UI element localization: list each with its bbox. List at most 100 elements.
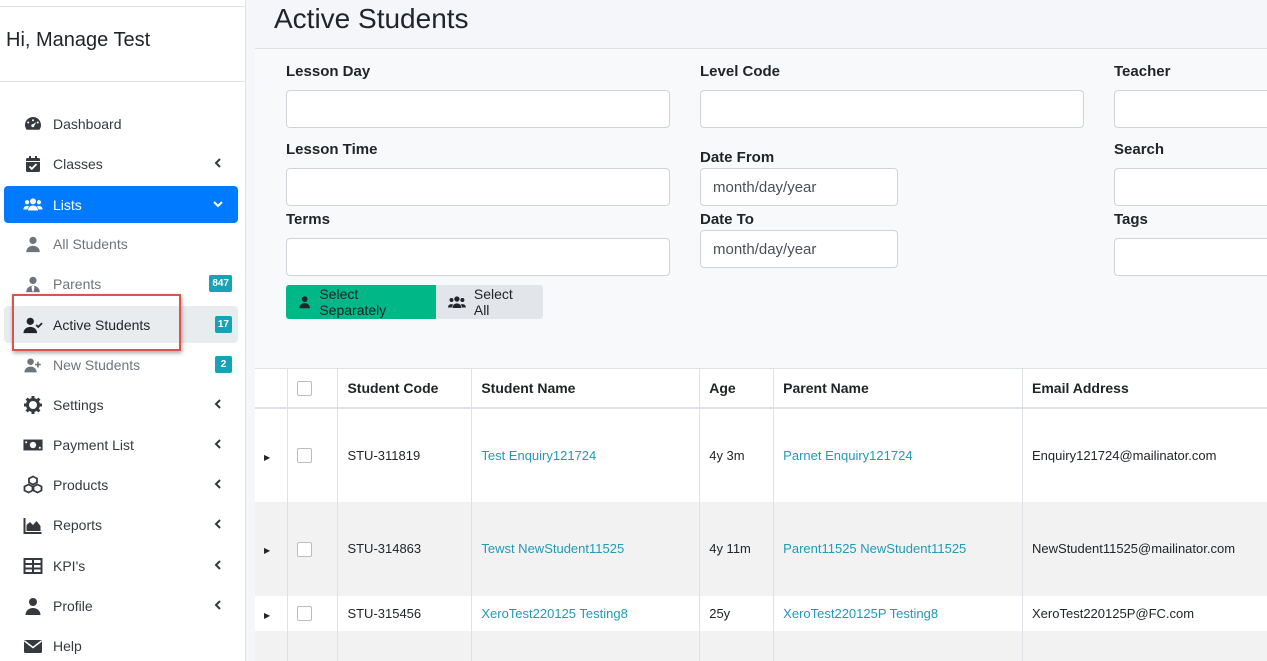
- new-students-count-badge: 2: [215, 356, 232, 373]
- column-header-student-name[interactable]: Student Name: [471, 368, 701, 409]
- chevron-left-icon: [214, 560, 221, 570]
- date-from-input[interactable]: month/day/year: [700, 168, 898, 206]
- chevron-left-icon: [214, 399, 221, 409]
- sidebar-item-lists[interactable]: Lists: [4, 186, 238, 223]
- student-name-link[interactable]: XeroTest220125 Testing8: [481, 606, 627, 621]
- gear-icon: [22, 394, 44, 416]
- lesson-day-input[interactable]: [286, 90, 670, 128]
- student-name-cell: Test Enquiry121724: [471, 407, 701, 502]
- empty-cell: [255, 630, 289, 661]
- select-all-button[interactable]: Select All: [436, 285, 543, 319]
- parents-count-badge: 847: [209, 275, 232, 292]
- column-header-email[interactable]: Email Address: [1022, 368, 1267, 409]
- users-icon: [448, 296, 466, 308]
- sidebar-item-settings[interactable]: Settings: [4, 386, 238, 423]
- sidebar-item-classes[interactable]: Classes: [4, 145, 238, 182]
- table-row: [255, 630, 1267, 661]
- student-name-link[interactable]: Tewst NewStudent11525: [481, 541, 624, 556]
- area-chart-icon: [22, 514, 44, 536]
- lesson-day-label: Lesson Day: [286, 63, 371, 80]
- student-name-cell: XeroTest220125 Testing8: [471, 595, 701, 631]
- age-cell: 4y 3m: [699, 407, 775, 502]
- sidebar-item-dashboard[interactable]: Dashboard: [4, 105, 238, 142]
- empty-cell: [287, 630, 339, 661]
- tachometer-icon: [22, 113, 44, 135]
- student-name-cell: Tewst NewStudent11525: [471, 501, 701, 596]
- sidebar-item-label: Active Students: [53, 316, 151, 333]
- chevron-left-icon: [214, 158, 221, 168]
- lesson-time-input[interactable]: [286, 168, 670, 206]
- users-icon: [22, 194, 44, 216]
- select-all-checkbox[interactable]: [297, 381, 313, 397]
- email-cell: XeroTest220125P@FC.com: [1022, 595, 1267, 631]
- user-icon: [299, 296, 310, 309]
- expand-row-toggle[interactable]: ▶: [255, 595, 289, 631]
- caret-right-icon: ▶: [264, 546, 271, 555]
- expand-row-toggle[interactable]: ▶: [255, 501, 289, 596]
- sidebar-item-label: Payment List: [53, 436, 134, 453]
- sidebar-item-active-students[interactable]: Active Students 17: [4, 306, 238, 343]
- user-icon: [22, 233, 44, 255]
- sidebar-item-new-students[interactable]: New Students 2: [4, 346, 238, 383]
- parent-name-link[interactable]: Parent11525 NewStudent11525: [783, 541, 966, 556]
- search-input[interactable]: [1114, 168, 1267, 206]
- table-header-row: Student Code Student Name Age Parent Nam…: [255, 368, 1267, 409]
- parent-name-link[interactable]: Parnet Enquiry121724: [783, 448, 912, 463]
- date-to-input[interactable]: month/day/year: [700, 230, 898, 268]
- row-checkbox[interactable]: [297, 448, 313, 464]
- row-checkbox[interactable]: [297, 541, 313, 557]
- student-code-cell: STU-314863: [337, 501, 473, 596]
- age-cell: 4y 11m: [699, 501, 775, 596]
- search-label: Search: [1114, 141, 1165, 158]
- teacher-label: Teacher: [1114, 63, 1171, 80]
- student-name-link[interactable]: Test Enquiry121724: [481, 448, 596, 463]
- tags-label: Tags: [1114, 211, 1148, 228]
- sidebar-item-label: Settings: [53, 396, 104, 413]
- sidebar-item-payment-list[interactable]: Payment List: [4, 426, 238, 463]
- tags-input[interactable]: [1114, 238, 1267, 276]
- user-plus-icon: [22, 354, 44, 376]
- parent-name-link[interactable]: XeroTest220125P Testing8: [783, 606, 938, 621]
- level-code-label: Level Code: [700, 63, 781, 80]
- table-row: ▶ STU-314863 Tewst NewStudent11525 4y 11…: [255, 501, 1267, 596]
- students-table: Student Code Student Name Age Parent Nam…: [255, 368, 1267, 661]
- sidebar-item-all-students[interactable]: All Students: [4, 225, 238, 262]
- user-tie-icon: [22, 273, 44, 295]
- sidebar: Hi, Manage Test Dashboard Classes Lists …: [0, 0, 246, 661]
- parent-name-cell: Parnet Enquiry121724: [773, 407, 1024, 502]
- sidebar-item-help[interactable]: Help: [4, 627, 238, 661]
- selection-mode-toggle: Select Separately Select All: [286, 285, 543, 319]
- select-separately-button[interactable]: Select Separately: [286, 285, 436, 319]
- column-header-parent-name[interactable]: Parent Name: [773, 368, 1024, 409]
- sidebar-item-label: All Students: [53, 235, 128, 252]
- caret-right-icon: ▶: [264, 452, 271, 462]
- sidebar-item-reports[interactable]: Reports: [4, 506, 238, 543]
- email-cell: Enquiry121724@mailinator.com: [1022, 407, 1267, 502]
- sidebar-item-profile[interactable]: Profile: [4, 587, 238, 624]
- table-row: ▶ STU-315456 XeroTest220125 Testing8 25y…: [255, 595, 1267, 631]
- row-checkbox[interactable]: [297, 606, 313, 622]
- sidebar-item-label: Help: [53, 637, 82, 654]
- sidebar-item-products[interactable]: Products: [4, 466, 238, 503]
- sidebar-top-line: [0, 6, 246, 7]
- sidebar-item-label: Profile: [53, 597, 93, 614]
- level-code-input[interactable]: [700, 90, 1084, 128]
- chevron-left-icon: [214, 519, 221, 529]
- column-header-age[interactable]: Age: [699, 368, 775, 409]
- calendar-check-icon: [22, 153, 44, 175]
- sidebar-item-parents[interactable]: Parents 847: [4, 265, 238, 302]
- select-all-label: Select All: [473, 286, 513, 318]
- teacher-input[interactable]: [1114, 90, 1267, 128]
- sidebar-item-label: KPI's: [53, 557, 86, 574]
- empty-cell: [773, 630, 1024, 661]
- terms-input[interactable]: [286, 238, 670, 276]
- sidebar-item-kpis[interactable]: KPI's: [4, 547, 238, 584]
- chevron-left-icon: [214, 479, 221, 489]
- student-code-cell: STU-311819: [337, 407, 473, 502]
- student-code-cell: STU-315456: [337, 595, 473, 631]
- column-header-student-code[interactable]: Student Code: [337, 368, 473, 409]
- sidebar-item-label: New Students: [53, 356, 141, 373]
- empty-cell: [699, 630, 775, 661]
- sidebar-item-label: Products: [53, 476, 109, 493]
- expand-row-toggle[interactable]: ▶: [255, 407, 289, 502]
